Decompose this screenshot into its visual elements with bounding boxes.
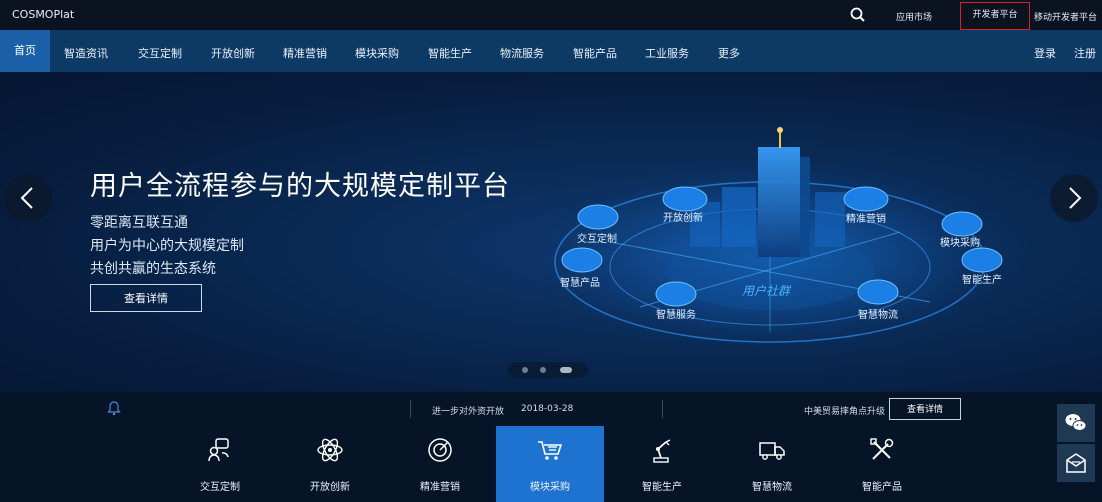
module-marketing[interactable]: 精准营销 [386,426,494,502]
news-divider [662,400,663,418]
cart-icon [538,441,563,460]
nav-item-logistics[interactable]: 物流服务 [500,45,544,61]
module-purchasing[interactable]: 模块采购 [496,426,604,502]
module-innovation[interactable]: 开放创新 [276,426,384,502]
truck-icon [759,442,785,460]
module-label: 开放创新 [310,482,350,493]
module-label: 模块采购 [530,482,570,493]
scene-center-label: 用户社群 [742,284,792,298]
login-link[interactable]: 登录 [1034,45,1056,61]
search-icon[interactable] [849,6,867,24]
news-details-button[interactable]: 查看详情 [889,398,961,420]
scene-label-interaction: 交互定制 [577,232,617,245]
scene-label-service: 智慧服务 [656,308,696,321]
robot-arm-icon [653,439,671,463]
chevron-right-icon [1069,187,1082,209]
tools-icon [870,438,894,460]
developer-platform-link[interactable]: 开发者平台 [960,2,1030,30]
scene-label-marketing: 精准营销 [846,212,886,225]
carousel-dot-1[interactable] [522,367,528,373]
module-label: 智能产品 [862,482,902,493]
target-icon [428,438,452,462]
module-bar: 交互定制 开放创新 精准营销 模块采购 智能生产 智慧物流 智能产品 [0,426,1102,502]
nav-item-products[interactable]: 智能产品 [573,45,617,61]
hero-banner: 交互定制 开放创新 精准营销 模块采购 智能生产 智慧物流 智慧服务 智慧产品 … [0,72,1102,392]
interaction-icon [208,438,229,462]
nav-item-purchasing[interactable]: 模块采购 [355,45,399,61]
app-market-link[interactable]: 应用市场 [896,10,932,23]
module-label: 交互定制 [200,482,240,493]
carousel-next-button[interactable] [1050,174,1098,222]
mobile-developer-platform-link[interactable]: 移动开发者平台 [1034,10,1097,23]
scene-label-products: 智慧产品 [560,276,600,289]
nav-item-industrial[interactable]: 工业服务 [645,45,689,61]
nav-home-tab[interactable]: 首页 [0,30,50,72]
nav-item-marketing[interactable]: 精准营销 [283,45,327,61]
module-production[interactable]: 智能生产 [608,426,716,502]
news-divider [410,400,411,418]
nav-item-more[interactable]: 更多 [718,45,740,61]
chevron-left-icon [20,187,33,209]
module-products[interactable]: 智能产品 [828,426,936,502]
scene-label-purchasing: 模块采购 [940,236,980,249]
nav-item-innovation[interactable]: 开放创新 [211,45,255,61]
module-label: 智慧物流 [752,482,792,493]
bell-icon [106,400,122,420]
register-link[interactable]: 注册 [1074,45,1096,61]
wechat-button[interactable] [1057,404,1095,442]
carousel-indicators [508,362,588,378]
platform-illustration: 交互定制 开放创新 精准营销 模块采购 智能生产 智慧物流 智慧服务 智慧产品 … [505,127,1035,362]
scene-label-innovation: 开放创新 [663,211,703,224]
news-item-2-title[interactable]: 中美贸易摔角点升级 [804,404,885,417]
hero-line-2: 用户为中心的大规模定制 [90,238,244,254]
top-bar: COSMOPlat 应用市场 开发者平台 移动开发者平台 [0,0,1102,30]
hero-line-3: 共创共赢的生态系统 [90,261,216,277]
atom-icon [317,438,343,462]
news-item-1-title[interactable]: 进一步对外资开放 [432,404,504,417]
news-item-1-date: 2018-03-28 [521,404,574,414]
module-label: 智能生产 [642,482,682,493]
scene-label-logistics: 智慧物流 [858,308,898,321]
module-logistics[interactable]: 智慧物流 [718,426,826,502]
nav-item-interaction[interactable]: 交互定制 [138,45,182,61]
brand-logo[interactable]: COSMOPlat [12,8,74,21]
module-interaction[interactable]: 交互定制 [166,426,274,502]
nav-item-production[interactable]: 智能生产 [428,45,472,61]
wechat-icon [1065,414,1087,431]
carousel-dot-3[interactable] [560,367,572,373]
carousel-prev-button[interactable] [4,174,52,222]
main-nav: 首页 智造资讯 交互定制 开放创新 精准营销 模块采购 智能生产 物流服务 智能… [0,30,1102,72]
hero-title: 用户全流程参与的大规模定制平台 [90,171,510,202]
message-button[interactable] [1057,444,1095,482]
hero-line-1: 零距离互联互通 [90,215,188,231]
hero-details-button[interactable]: 查看详情 [90,284,202,312]
scene-label-production: 智能生产 [962,273,1002,286]
module-label: 精准营销 [420,482,460,493]
nav-item-news[interactable]: 智造资讯 [64,45,108,61]
mail-icon [1066,453,1086,473]
carousel-dot-2[interactable] [540,367,546,373]
